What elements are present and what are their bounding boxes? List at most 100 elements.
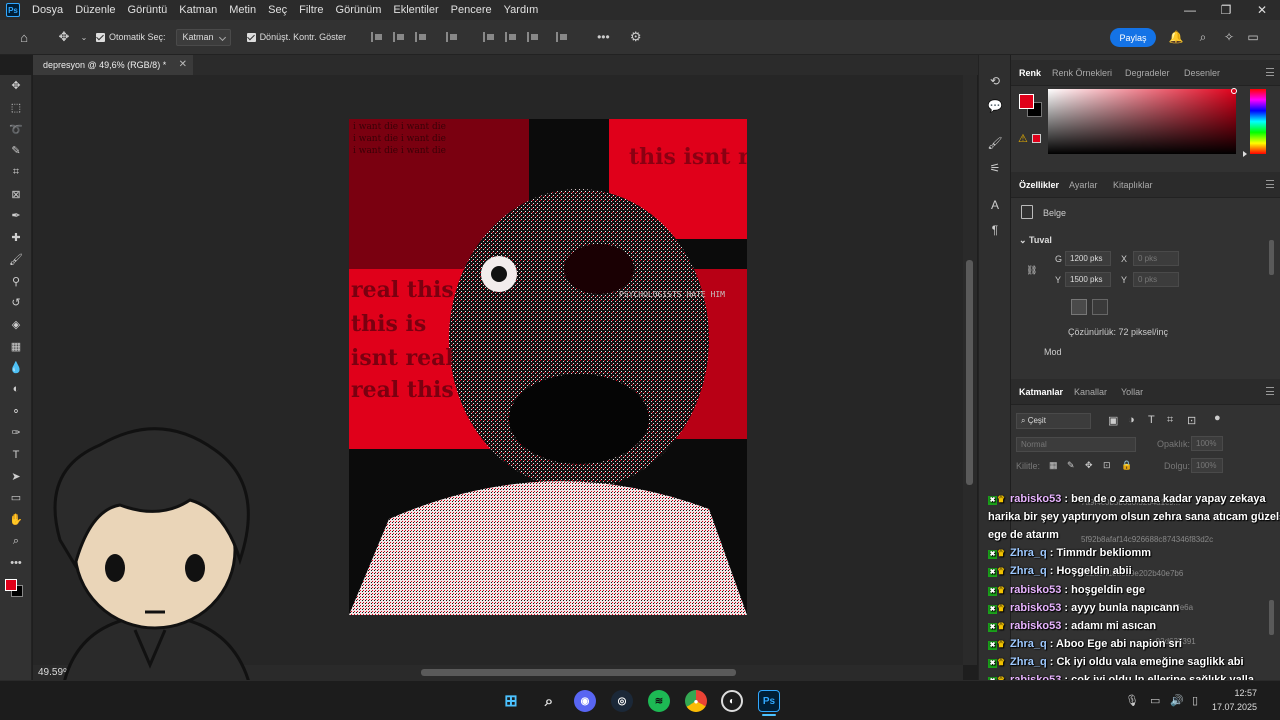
menu-item-8[interactable]: Eklentiler xyxy=(387,0,444,20)
chrome-icon[interactable]: ● xyxy=(685,690,707,712)
panel-menu-icon[interactable] xyxy=(1266,180,1274,188)
width-field[interactable]: 1200 pks xyxy=(1065,251,1111,266)
menu-item-9[interactable]: Pencere xyxy=(445,0,498,20)
history-brush-icon[interactable]: ↺ xyxy=(0,292,32,314)
properties-scrollbar[interactable] xyxy=(1269,240,1274,275)
transform-controls-checkbox[interactable]: Dönüşt. Kontr. Göster xyxy=(246,32,346,42)
smart-object-filter-icon[interactable]: ⊡ xyxy=(1187,414,1196,427)
more-options-icon[interactable]: ••• xyxy=(597,30,610,44)
brushes-icon[interactable]: 🖌 xyxy=(979,132,1011,154)
blur-tool-icon[interactable]: 💧 xyxy=(0,357,32,379)
menu-item-6[interactable]: Filtre xyxy=(293,0,329,20)
stamp-tool-icon[interactable]: ⚲ xyxy=(0,270,32,292)
lock-artboard-icon[interactable]: ⊡ xyxy=(1103,460,1111,471)
filter-toggle-icon[interactable]: ● xyxy=(1214,412,1221,424)
photoshop-taskbar-icon[interactable]: Ps xyxy=(758,690,780,712)
distribute-vertical-icon[interactable] xyxy=(556,32,568,42)
microphone-icon[interactable]: 🎙 xyxy=(1125,694,1139,707)
menu-item-0[interactable]: Dosya xyxy=(26,0,69,20)
y-field[interactable]: 0 pks xyxy=(1133,272,1179,287)
height-field[interactable]: 1500 pks xyxy=(1065,272,1111,287)
tab-color[interactable]: Renk xyxy=(1019,60,1041,86)
history-icon[interactable]: ⟲ xyxy=(979,70,1011,92)
steam-icon[interactable]: ◎ xyxy=(611,690,633,712)
network-icon[interactable]: ▭ xyxy=(1150,694,1160,707)
align-right-icon[interactable] xyxy=(415,32,427,42)
move-tool-icon[interactable]: ✥ xyxy=(0,75,32,97)
color-picker-cursor[interactable] xyxy=(1231,88,1237,94)
scrollbar-thumb[interactable] xyxy=(421,669,736,676)
color-picker-field[interactable] xyxy=(1048,89,1236,154)
shape-filter-icon[interactable]: ⌗ xyxy=(1167,414,1173,427)
tab-paths[interactable]: Yollar xyxy=(1121,379,1143,405)
comments-icon[interactable]: 💬 xyxy=(979,95,1011,117)
eraser-tool-icon[interactable]: ◈ xyxy=(0,314,32,336)
lock-pixels-icon[interactable]: ▦ xyxy=(1049,460,1058,471)
tab-adjustments[interactable]: Ayarlar xyxy=(1069,172,1097,198)
frame-tool-icon[interactable]: ⊠ xyxy=(0,183,32,205)
workspace-icon[interactable]: ▭ xyxy=(1244,28,1262,46)
align-center-icon[interactable] xyxy=(393,32,405,42)
character-icon[interactable]: A xyxy=(979,194,1011,216)
hue-slider[interactable] xyxy=(1250,89,1266,154)
menu-item-4[interactable]: Metin xyxy=(223,0,262,20)
move-tool-icon[interactable]: ✥ xyxy=(54,27,74,47)
fill-field[interactable]: 100% xyxy=(1191,458,1223,473)
tab-gradients[interactable]: Degradeler xyxy=(1125,60,1170,86)
search-icon[interactable]: ⌕ xyxy=(538,690,560,712)
portrait-orientation-icon[interactable] xyxy=(1071,299,1087,315)
gamut-color-swatch[interactable] xyxy=(1032,134,1041,143)
marquee-tool-icon[interactable]: ⬚ xyxy=(0,97,32,119)
type-filter-icon[interactable]: T xyxy=(1148,414,1155,426)
search-icon[interactable]: ⌕ xyxy=(1194,28,1212,46)
scrollbar-thumb[interactable] xyxy=(966,260,973,485)
discord-icon[interactable]: ◉ xyxy=(574,690,596,712)
gradient-tool-icon[interactable]: ▦ xyxy=(0,335,32,357)
x-field[interactable]: 0 pks xyxy=(1133,251,1179,266)
image-filter-icon[interactable]: ▣ xyxy=(1108,414,1118,427)
bell-icon[interactable]: 🔔 xyxy=(1167,28,1185,46)
restore-icon[interactable]: ❐ xyxy=(1208,0,1244,20)
blend-mode-select[interactable]: Normal xyxy=(1016,437,1136,452)
align-left-icon[interactable] xyxy=(371,32,383,42)
brush-tool-icon[interactable]: 🖌 xyxy=(0,249,32,271)
home-icon[interactable]: ⌂ xyxy=(14,27,34,47)
menu-item-5[interactable]: Seç xyxy=(262,0,293,20)
battery-icon[interactable]: ▯ xyxy=(1192,694,1198,707)
hue-slider-handle[interactable] xyxy=(1243,151,1247,157)
menu-item-1[interactable]: Düzenle xyxy=(69,0,121,20)
foreground-color-swatch[interactable] xyxy=(1019,94,1034,109)
align-top-icon[interactable] xyxy=(483,32,495,42)
tab-libraries[interactable]: Kitaplıklar xyxy=(1113,172,1153,198)
panel-menu-icon[interactable] xyxy=(1266,68,1274,76)
tab-swatches[interactable]: Renk Örnekleri xyxy=(1052,60,1112,86)
link-icon[interactable]: ⛓ xyxy=(1026,265,1037,276)
volume-icon[interactable]: 🔊 xyxy=(1170,694,1184,707)
close-tab-icon[interactable]: ✕ xyxy=(179,55,187,75)
lock-brush-icon[interactable]: ✎ xyxy=(1067,460,1075,471)
share-button[interactable]: Paylaş xyxy=(1110,28,1156,47)
lasso-tool-icon[interactable]: ➰ xyxy=(0,118,32,140)
spotify-icon[interactable]: ≋ xyxy=(648,690,670,712)
paragraph-icon[interactable]: ¶ xyxy=(979,219,1011,241)
layer-filter-select[interactable]: ⌕ Çeşit xyxy=(1016,413,1091,429)
tab-patterns[interactable]: Desenler xyxy=(1184,60,1220,86)
tab-layers[interactable]: Katmanlar xyxy=(1019,379,1063,405)
landscape-orientation-icon[interactable] xyxy=(1092,299,1108,315)
vertical-scrollbar[interactable] xyxy=(963,75,977,665)
gear-icon[interactable]: ⚙ xyxy=(626,27,646,47)
adjustment-filter-icon[interactable]: ◑ xyxy=(1128,414,1135,426)
canvas-section-title[interactable]: ⌄ Tuval xyxy=(1019,235,1052,246)
distribute-icon[interactable] xyxy=(446,32,458,42)
menu-item-3[interactable]: Katman xyxy=(173,0,223,20)
menu-item-10[interactable]: Yardım xyxy=(498,0,545,20)
tab-properties[interactable]: Özellikler xyxy=(1019,172,1059,198)
adjust-icon[interactable]: ⚟ xyxy=(979,157,1011,179)
menu-item-7[interactable]: Görünüm xyxy=(330,0,388,20)
opacity-field[interactable]: 100% xyxy=(1191,436,1223,451)
system-clock[interactable]: 12:57 17.07.2025 xyxy=(1212,686,1257,714)
chevron-down-icon[interactable]: ⌄ xyxy=(80,27,88,47)
align-middle-icon[interactable] xyxy=(505,32,517,42)
gamut-warning-icon[interactable]: ⚠ xyxy=(1018,132,1028,145)
tab-channels[interactable]: Kanallar xyxy=(1074,379,1107,405)
